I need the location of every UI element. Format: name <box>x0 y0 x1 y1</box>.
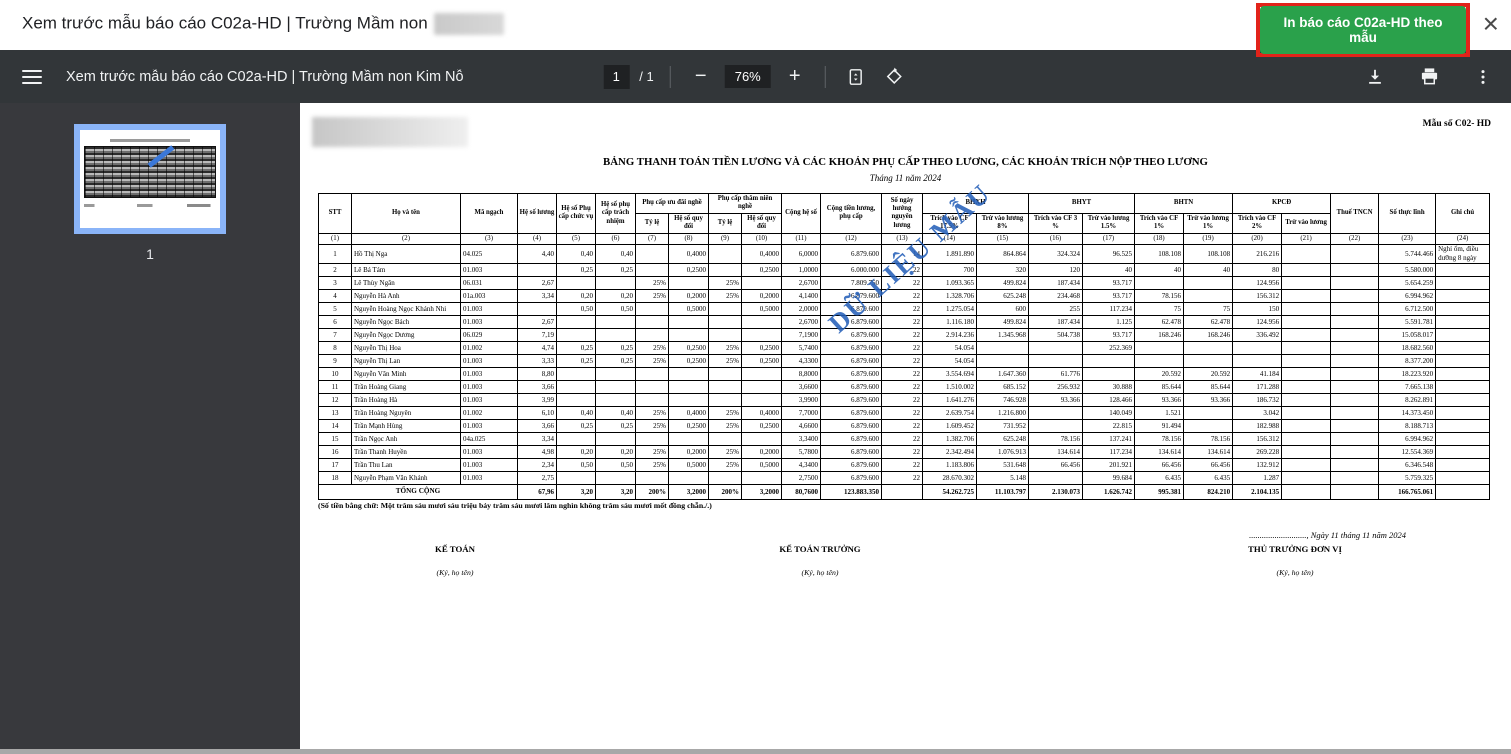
redacted-letterhead <box>312 117 468 147</box>
table-row: 11 Trần Hoàng Giang 01.003 3,66 3,6600 6.879.… <box>318 379 1491 394</box>
table-row: 9 Nguyễn Thị Lan 01.003 3,33 0,25 0,25 25% 0,25… <box>318 353 1491 368</box>
zoom-in-button[interactable]: + <box>781 63 809 91</box>
signature-accountant: KẾ TOÁN (Ký, họ tên) <box>434 544 475 577</box>
table-row: 16 Trần Thanh Huyền 01.003 4,98 0,20 0,20 25% 0… <box>318 444 1491 459</box>
thumbnail-signatures <box>84 204 216 212</box>
table-row: 15 Trần Ngọc Anh 04a.025 3,34 3,3400 6.879.60… <box>318 431 1491 446</box>
table-row: 6 Nguyễn Ngọc Bách 01.003 2,67 2,6700 6.879.6… <box>318 314 1491 329</box>
fit-page-icon[interactable] <box>842 63 870 91</box>
form-code-label: Mẫu số C02- HD <box>1422 119 1491 129</box>
table-row: 7 Nguyễn Ngọc Dương 06.029 7,19 7,1900 6.879.… <box>318 327 1491 342</box>
table-row: 3 Lê Thùy Ngân 06.031 2,67 25% 25% 2,6700 7.809… <box>318 275 1491 290</box>
menu-icon[interactable] <box>22 69 42 84</box>
print-icon[interactable] <box>1415 63 1443 91</box>
scrollbar-thumb[interactable] <box>0 749 1511 754</box>
document-title: BẢNG THANH TOÁN TIỀN LƯƠNG VÀ CÁC KHOẢN … <box>603 156 1208 168</box>
page-count-label: / 1 <box>639 69 654 84</box>
thumbnail-title-line <box>110 139 190 142</box>
table-row: 8 Nguyễn Thị Hoa 01.002 4,74 0,25 0,25 25% 0,25… <box>318 340 1491 355</box>
thumbnail-page-number: 1 <box>146 246 154 262</box>
thumbnail-table <box>84 146 216 198</box>
pdf-toolbar: Xem trước mẫu báo cáo C02a-HD | Trường M… <box>0 50 1511 103</box>
redacted-school-name <box>433 13 504 35</box>
page-thumbnail[interactable]: 1 <box>74 124 226 262</box>
zoom-out-button[interactable]: − <box>687 63 715 91</box>
amount-in-words: (Số tiền bằng chữ: Một trăm sáu mươi sáu… <box>318 501 712 510</box>
date-line: ..........................., Ngày 11 thá… <box>1249 530 1406 540</box>
pdf-document-title: Xem trước mẫu báo cáo C02a-HD | Trường M… <box>66 68 464 85</box>
total-row: TỔNG CỘNG 67,96 3,20 3,20 200% 3,2000 200% 3,20… <box>318 483 1491 500</box>
table-row: 1 Hồ Thị Nga 04.025 4,40 0,40 0,40 0,4000 0,400… <box>318 244 1491 264</box>
salary-table-body: 1 Hồ Thị Nga 04.025 4,40 0,40 0,40 0,4000 0,400… <box>318 244 1491 500</box>
column-number-row: (1) (2) (3) (4) (5) (6) (7) (8) (9) (10) (11) (12)(… <box>318 232 1491 246</box>
page-number-input[interactable]: 1 <box>603 64 630 89</box>
highlight-rectangle: In báo cáo C02a-HD theo mẫu <box>1256 3 1470 57</box>
download-icon[interactable] <box>1361 63 1389 91</box>
thumbnail-sidebar: 1 <box>0 103 300 754</box>
document-subtitle: Tháng 11 năm 2024 <box>869 173 942 183</box>
pdf-viewer-area: Mẫu số C02- HD BẢNG THANH TOÁN TIỀN LƯƠN… <box>300 103 1511 754</box>
signature-unit-head: THỦ TRƯỞNG ĐƠN VỊ (Ký, họ tên) <box>1248 544 1342 577</box>
table-row: 13 Trần Hoàng Nguyên 01.002 6,10 0,40 0,40 25%… <box>318 405 1491 420</box>
page-title: Xem trước mẫu báo cáo C02a-HD | Trường M… <box>22 13 504 35</box>
toolbar-divider <box>824 65 826 88</box>
toolbar-divider <box>669 65 671 88</box>
more-options-icon[interactable] <box>1469 63 1497 91</box>
table-row: 12 Trần Hoàng Hà 01.003 3,99 3,9900 6.879.600… <box>318 392 1491 407</box>
horizontal-scrollbar[interactable] <box>0 749 1511 754</box>
table-row: 2 Lê Bá Tám 01.003 0,25 0,25 0,2500 0,2500 1,00… <box>318 262 1491 277</box>
table-row: 5 Nguyễn Hoàng Ngọc Khánh Nhi 01.003 0,50 0,… <box>318 301 1491 316</box>
top-header-bar: Xem trước mẫu báo cáo C02a-HD | Trường M… <box>0 0 1511 57</box>
document-page: Mẫu số C02- HD BẢNG THANH TOÁN TIỀN LƯƠN… <box>300 103 1511 754</box>
table-row: 10 Nguyễn Văn Minh 01.003 8,80 8,8000 6.879.6… <box>318 366 1491 381</box>
table-row: 17 Trần Thu Lan 01.003 2,34 0,50 0,50 25% 0,500… <box>318 457 1491 472</box>
table-row: 18 Nguyễn Phạm Văn Khánh 01.003 2,75 2,7500 6… <box>318 470 1491 485</box>
rotate-icon[interactable] <box>880 63 908 91</box>
salary-table-header: STT Họ và tên Mã ngạch Hệ số lương Hệ số… <box>318 193 1491 246</box>
close-icon[interactable]: × <box>1483 8 1499 40</box>
print-report-button[interactable]: In báo cáo C02a-HD theo mẫu <box>1260 6 1466 54</box>
table-row: 14 Trần Mạnh Hùng 01.003 3,66 0,25 0,25 25% 0,2… <box>318 418 1491 433</box>
salary-table: STT Họ và tên Mã ngạch Hệ số lương Hệ số… <box>318 193 1491 500</box>
signature-chief-accountant: KẾ TOÁN TRƯỞNG (Ký, họ tên) <box>779 544 861 577</box>
table-row: 4 Nguyễn Hà Anh 01a.003 3,34 0,20 0,20 25% 0,20… <box>318 288 1491 303</box>
zoom-level-value[interactable]: 76% <box>724 65 771 88</box>
